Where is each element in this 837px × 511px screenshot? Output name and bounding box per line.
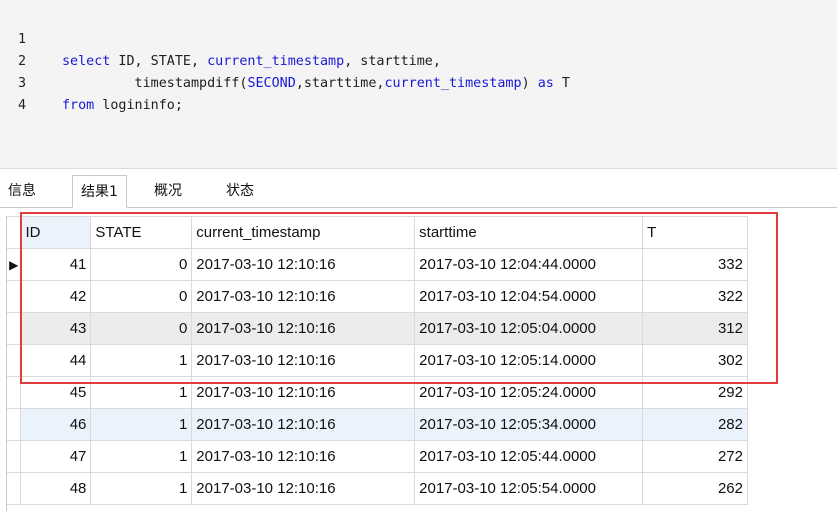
- tab-info[interactable]: 信息: [0, 175, 44, 207]
- cell-starttime[interactable]: 2017-03-10 12:04:44.0000: [414, 248, 644, 281]
- cell-id[interactable]: 43: [20, 312, 92, 345]
- table-row[interactable]: 46 1 2017-03-10 12:10:16 2017-03-10 12:05:3…: [7, 408, 748, 441]
- cell-current-timestamp[interactable]: 2017-03-10 12:10:16: [191, 248, 416, 281]
- table-row[interactable]: 42 0 2017-03-10 12:10:16 2017-03-10 12:04:5…: [7, 280, 748, 313]
- cell-starttime[interactable]: 2017-03-10 12:05:54.0000: [414, 472, 644, 505]
- row-indicator[interactable]: [7, 312, 22, 345]
- current-row-indicator[interactable]: ▶: [7, 248, 22, 281]
- table-row[interactable]: 47 1 2017-03-10 12:10:16 2017-03-10 12:05:4…: [7, 440, 748, 473]
- cell-current-timestamp[interactable]: 2017-03-10 12:10:16: [191, 472, 416, 505]
- code-token: from: [62, 98, 95, 113]
- cell-t[interactable]: 302: [642, 344, 748, 377]
- cell-state[interactable]: 1: [90, 472, 193, 505]
- sql-editor[interactable]: 1 select ID, STATE, current_timestamp, s…: [0, 0, 837, 169]
- table-row[interactable]: 48 1 2017-03-10 12:10:16 2017-03-10 12:05:5…: [7, 472, 748, 505]
- header-row: ID STATE current_timestamp starttime T: [7, 216, 748, 249]
- result-grid[interactable]: ID STATE current_timestamp starttime T ▶…: [6, 216, 748, 511]
- code-line-1[interactable]: 1 select ID, STATE, current_timestamp, s…: [0, 7, 837, 69]
- column-header-t[interactable]: T: [642, 216, 748, 249]
- cell-starttime[interactable]: 2017-03-10 12:04:54.0000: [414, 280, 644, 313]
- cell-state[interactable]: 1: [90, 376, 193, 409]
- row-indicator[interactable]: [7, 472, 22, 505]
- cell-t[interactable]: 292: [642, 376, 748, 409]
- result-table: ID STATE current_timestamp starttime T ▶…: [7, 216, 748, 505]
- cell-t[interactable]: 322: [642, 280, 748, 313]
- cell-id[interactable]: 48: [20, 472, 92, 505]
- cell-current-timestamp[interactable]: 2017-03-10 12:10:16: [191, 376, 416, 409]
- column-header-state[interactable]: STATE: [90, 216, 193, 249]
- cell-id[interactable]: 42: [20, 280, 92, 313]
- code-line-4[interactable]: 4: [0, 73, 837, 113]
- cell-starttime[interactable]: 2017-03-10 12:05:04.0000: [414, 312, 644, 345]
- tab-result-1[interactable]: 结果1: [72, 175, 127, 208]
- row-indicator[interactable]: [7, 280, 22, 313]
- cell-t[interactable]: 282: [642, 408, 748, 441]
- code-token: logininfo;: [94, 98, 183, 113]
- cell-current-timestamp[interactable]: 2017-03-10 12:10:16: [191, 312, 416, 345]
- cell-current-timestamp[interactable]: 2017-03-10 12:10:16: [191, 280, 416, 313]
- table-row[interactable]: ▶ 41 0 2017-03-10 12:10:16 2017-03-10 12:04:…: [7, 248, 748, 281]
- cell-current-timestamp[interactable]: 2017-03-10 12:10:16: [191, 344, 416, 377]
- cell-state[interactable]: 0: [90, 312, 193, 345]
- table-row[interactable]: 44 1 2017-03-10 12:10:16 2017-03-10 12:05:1…: [7, 344, 748, 377]
- result-rows: ▶ 41 0 2017-03-10 12:10:16 2017-03-10 12:04:…: [7, 248, 748, 505]
- cell-state[interactable]: 1: [90, 440, 193, 473]
- code-text[interactable]: from logininfo;: [62, 95, 183, 117]
- code-line-2[interactable]: 2 timestampdiff(SECOND,starttime,current…: [0, 29, 837, 91]
- cell-state[interactable]: 0: [90, 280, 193, 313]
- cell-starttime[interactable]: 2017-03-10 12:05:34.0000: [414, 408, 644, 441]
- code-line-3[interactable]: 3 from logininfo;: [0, 51, 837, 113]
- table-row[interactable]: 43 0 2017-03-10 12:10:16 2017-03-10 12:05:0…: [7, 312, 748, 345]
- cell-id[interactable]: 47: [20, 440, 92, 473]
- cell-id[interactable]: 45: [20, 376, 92, 409]
- cell-starttime[interactable]: 2017-03-10 12:05:24.0000: [414, 376, 644, 409]
- cell-id[interactable]: 46: [20, 408, 92, 441]
- row-indicator[interactable]: [7, 344, 22, 377]
- column-header-current-timestamp[interactable]: current_timestamp: [191, 216, 416, 249]
- cell-starttime[interactable]: 2017-03-10 12:05:14.0000: [414, 344, 644, 377]
- row-indicator[interactable]: [7, 440, 22, 473]
- cell-state[interactable]: 1: [90, 344, 193, 377]
- cell-state[interactable]: 0: [90, 248, 193, 281]
- cell-t[interactable]: 332: [642, 248, 748, 281]
- cell-t[interactable]: 272: [642, 440, 748, 473]
- row-indicator-header: [7, 216, 22, 249]
- cell-state[interactable]: 1: [90, 408, 193, 441]
- query-window: 1 select ID, STATE, current_timestamp, s…: [0, 0, 837, 511]
- tab-overview[interactable]: 概况: [146, 175, 190, 207]
- cell-starttime[interactable]: 2017-03-10 12:05:44.0000: [414, 440, 644, 473]
- cell-current-timestamp[interactable]: 2017-03-10 12:10:16: [191, 440, 416, 473]
- cell-t[interactable]: 262: [642, 472, 748, 505]
- cell-t[interactable]: 312: [642, 312, 748, 345]
- row-indicator[interactable]: [7, 376, 22, 409]
- cell-id[interactable]: 41: [20, 248, 92, 281]
- column-header-id[interactable]: ID: [20, 216, 92, 249]
- result-tabs: 信息 结果1 概况 状态: [0, 175, 837, 208]
- row-indicator[interactable]: [7, 408, 22, 441]
- tab-status[interactable]: 状态: [218, 175, 262, 207]
- cell-current-timestamp[interactable]: 2017-03-10 12:10:16: [191, 408, 416, 441]
- table-row[interactable]: 45 1 2017-03-10 12:10:16 2017-03-10 12:05:2…: [7, 376, 748, 409]
- cell-id[interactable]: 44: [20, 344, 92, 377]
- column-header-starttime[interactable]: starttime: [414, 216, 644, 249]
- line-number: 4: [18, 98, 27, 113]
